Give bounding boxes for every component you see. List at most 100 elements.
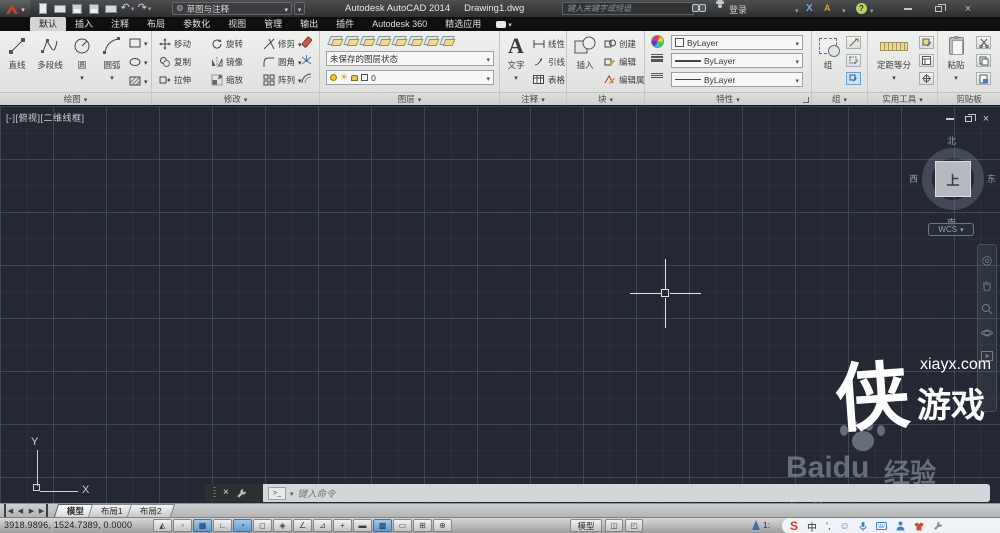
navigation-bar[interactable]: ◎ bbox=[977, 244, 997, 412]
wcs-menu[interactable]: WCS bbox=[928, 223, 974, 236]
redo-button[interactable]: ↷ bbox=[136, 0, 153, 17]
edit-block-tool[interactable]: 编辑 bbox=[603, 55, 636, 68]
layer-prev-icon[interactable] bbox=[360, 34, 373, 46]
scale-tool[interactable]: 缩放 bbox=[210, 73, 243, 86]
group-edit-button[interactable] bbox=[846, 54, 861, 67]
id-point-button[interactable] bbox=[919, 72, 934, 85]
ribbon-tab-layout[interactable]: 布局 bbox=[138, 17, 174, 31]
group-selection-toggle[interactable] bbox=[846, 72, 861, 85]
quick-view-layouts-button[interactable]: ◫ bbox=[605, 519, 623, 532]
model-space-button[interactable]: 模型 bbox=[570, 519, 602, 532]
ribbon-tab-insert[interactable]: 插入 bbox=[66, 17, 102, 31]
command-input[interactable]: >_ 键入命令 bbox=[263, 484, 990, 502]
user-profile-icon[interactable] bbox=[896, 521, 905, 531]
copy-tool[interactable]: 复制 bbox=[158, 55, 191, 68]
search-input[interactable]: 键入关键字或短语 bbox=[562, 2, 694, 15]
rotate-tool[interactable]: 旋转 bbox=[210, 37, 243, 50]
toggle-quick-properties[interactable]: ▭ bbox=[393, 519, 412, 532]
panel-title-modify[interactable]: 修改 bbox=[152, 92, 319, 105]
plot-button[interactable] bbox=[102, 0, 119, 17]
ribbon-tab-output[interactable]: 输出 bbox=[291, 17, 327, 31]
help-button[interactable]: ? bbox=[856, 3, 867, 14]
leader-tool[interactable]: 引线 bbox=[532, 55, 572, 68]
tab-layout2[interactable]: 布局2 bbox=[126, 504, 175, 517]
panel-title-draw[interactable]: 绘图 bbox=[0, 92, 151, 105]
toggle-ortho-mode[interactable]: ∟ bbox=[213, 519, 232, 532]
panel-title-layers[interactable]: 图层 bbox=[320, 92, 499, 105]
doc-minimize-button[interactable] bbox=[944, 113, 956, 124]
doc-close-button[interactable]: × bbox=[980, 113, 992, 125]
panel-title-clipboard[interactable]: 剪贴板 bbox=[938, 92, 1000, 105]
layer-isolate-icon[interactable] bbox=[376, 34, 389, 46]
trim-tool[interactable]: 修剪 bbox=[262, 37, 302, 50]
pan-hand-icon[interactable] bbox=[981, 279, 993, 291]
quick-select-button[interactable] bbox=[919, 36, 934, 49]
doc-restore-button[interactable] bbox=[962, 113, 976, 124]
show-motion-icon[interactable] bbox=[981, 351, 993, 361]
chevron-down-icon[interactable] bbox=[795, 5, 799, 15]
command-line-handle[interactable]: × bbox=[205, 484, 263, 502]
coordinate-display[interactable]: 3918.9896, 1524.7389, 0.0000 bbox=[4, 520, 150, 532]
exchange-apps-icon[interactable]: X bbox=[806, 3, 813, 14]
first-layout-button[interactable]: ◀ bbox=[4, 504, 15, 517]
toggle-annotation-monitor[interactable]: ⊕ bbox=[433, 519, 452, 532]
customize-wrench-icon[interactable] bbox=[236, 488, 247, 499]
color-wheel[interactable] bbox=[651, 35, 664, 48]
new-file-button[interactable] bbox=[34, 0, 51, 17]
next-layout-button[interactable]: ▶ bbox=[26, 504, 37, 517]
layer-dropdown[interactable]: ☀ 0 bbox=[326, 70, 494, 85]
create-block-tool[interactable]: 创建 bbox=[603, 37, 636, 50]
explode-tool[interactable] bbox=[300, 54, 313, 67]
soft-keyboard-icon[interactable] bbox=[875, 522, 887, 530]
fillet-tool[interactable]: 圆角 bbox=[262, 55, 302, 68]
offset-tool[interactable] bbox=[300, 72, 313, 85]
layer-lock-icon[interactable] bbox=[440, 34, 453, 46]
paste-tool[interactable]: 粘贴 bbox=[943, 34, 969, 82]
toggle-infer-constraints[interactable]: ◭ bbox=[153, 519, 172, 532]
ribbon-tab-manage[interactable]: 管理 bbox=[255, 17, 291, 31]
layer-properties-icon[interactable] bbox=[328, 34, 341, 46]
toggle-transparency[interactable]: ▩ bbox=[373, 519, 392, 532]
ribbon-tab-annotate[interactable]: 注释 bbox=[102, 17, 138, 31]
layer-state-dropdown[interactable]: 未保存的图层状态 bbox=[326, 51, 494, 66]
open-file-button[interactable] bbox=[51, 0, 68, 17]
panel-title-block[interactable]: 块 bbox=[567, 92, 644, 105]
layer-off-icon[interactable] bbox=[424, 34, 437, 46]
panel-title-properties[interactable]: 特性 bbox=[645, 92, 811, 105]
arc-tool[interactable]: 圆弧 bbox=[97, 34, 127, 82]
view-cube-top-face[interactable]: 上 bbox=[935, 161, 971, 197]
toggle-object-snap-tracking[interactable]: ∠ bbox=[293, 519, 312, 532]
rectangle-tool[interactable] bbox=[128, 36, 148, 49]
toggle-snap-mode[interactable]: ▫ bbox=[173, 519, 192, 532]
erase-tool[interactable] bbox=[300, 36, 313, 49]
drag-grip-icon[interactable] bbox=[213, 487, 216, 499]
chevron-down-icon[interactable] bbox=[870, 5, 874, 15]
paste-special-button[interactable] bbox=[976, 72, 991, 85]
ime-settings-wrench-icon[interactable] bbox=[933, 521, 943, 531]
circle-tool[interactable]: 圆 bbox=[69, 34, 95, 82]
table-tool[interactable]: 表格 bbox=[532, 73, 565, 86]
lineweight-dropdown[interactable]: ByLayer bbox=[671, 53, 803, 68]
viewport-controls[interactable]: [-][俯视][二维线框] bbox=[6, 111, 85, 124]
workspace-extra-dropdown[interactable] bbox=[294, 2, 305, 15]
cut-button[interactable] bbox=[976, 36, 991, 49]
toggle-object-snap[interactable]: ◻ bbox=[253, 519, 272, 532]
line-tool[interactable]: 直线 bbox=[3, 34, 31, 71]
skin-shirt-icon[interactable] bbox=[914, 522, 924, 531]
toggle-dynamic-ucs[interactable]: ⊿ bbox=[313, 519, 332, 532]
move-tool[interactable]: 移动 bbox=[158, 37, 191, 50]
stretch-tool[interactable]: 拉伸 bbox=[158, 73, 191, 86]
compass-east-label[interactable]: 东 bbox=[987, 172, 996, 185]
group-tool[interactable]: 组 bbox=[815, 34, 841, 71]
sogou-logo-icon[interactable]: S bbox=[790, 519, 798, 533]
toggle-dynamic-input[interactable]: + bbox=[333, 519, 352, 532]
annotation-scale-button[interactable]: 1: bbox=[752, 520, 770, 530]
quick-calc-button[interactable] bbox=[919, 54, 934, 67]
save-as-button[interactable] bbox=[85, 0, 102, 17]
panel-title-group[interactable]: 组 bbox=[812, 92, 867, 105]
panel-title-annotation[interactable]: 注释 bbox=[500, 92, 566, 105]
compass-west-label[interactable]: 西 bbox=[909, 172, 918, 185]
array-tool[interactable]: 阵列 bbox=[262, 73, 302, 86]
view-cube[interactable]: 北 西 东 南 上 bbox=[909, 134, 996, 230]
layer-freeze-icon[interactable] bbox=[408, 34, 421, 46]
